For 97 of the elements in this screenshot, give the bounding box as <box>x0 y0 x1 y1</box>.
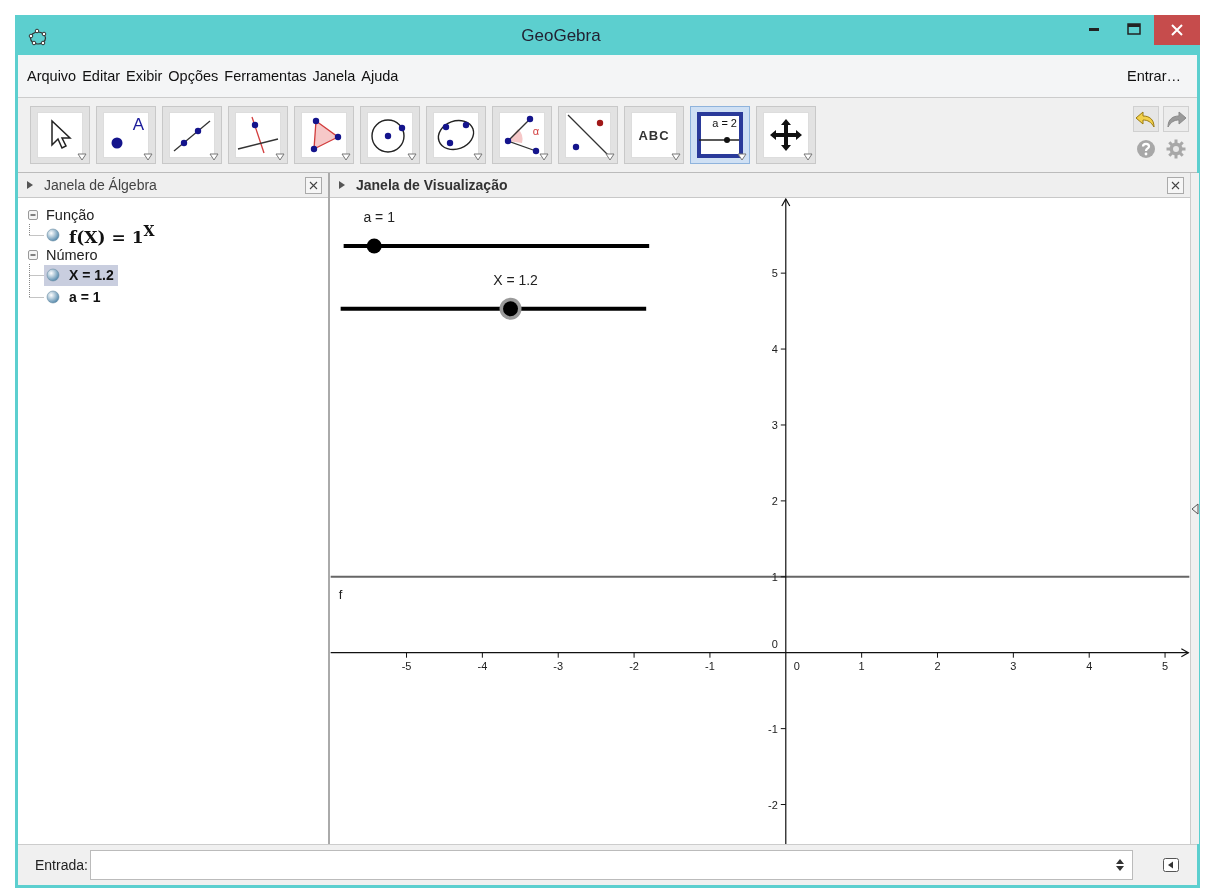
login-link[interactable]: Entrar… <box>1127 68 1181 84</box>
collapse-icon[interactable] <box>28 210 38 220</box>
dropdown-triangle-icon <box>539 153 549 161</box>
tick-label: -5 <box>401 659 412 672</box>
menu-item[interactable]: Ajuda <box>361 68 399 84</box>
group-label: Número <box>46 247 98 263</box>
tool-button[interactable] <box>360 106 420 164</box>
tool-button[interactable]: ABC <box>624 106 684 164</box>
slider-thumb[interactable] <box>499 297 522 320</box>
tool-button[interactable] <box>294 106 354 164</box>
tree-connector-icon <box>29 224 44 236</box>
slider-thumb[interactable] <box>366 238 382 254</box>
menu-item[interactable]: Ferramentas <box>224 68 307 84</box>
close-icon <box>309 180 318 190</box>
menu-item[interactable]: Exibir <box>126 68 163 84</box>
menu-item[interactable]: Arquivo <box>27 68 77 84</box>
up-down-arrows-icon[interactable] <box>1116 859 1124 871</box>
slider-label: X = 1.2 <box>493 271 538 288</box>
panel-title: Janela de Visualização <box>356 177 508 193</box>
tool-button[interactable]: A <box>96 106 156 164</box>
curved-arrow-icon <box>1165 109 1187 129</box>
menu-item[interactable]: Opções <box>168 68 219 84</box>
tick-label: 1 <box>858 659 865 672</box>
origin-label: 0 <box>793 659 800 672</box>
sphere-icon <box>46 268 60 282</box>
algebra-item[interactable]: f(X) = 1$^{X}$ <box>44 224 159 246</box>
tool-button[interactable] <box>756 106 816 164</box>
slider-track[interactable] <box>340 297 647 320</box>
input-field[interactable] <box>89 850 1133 880</box>
expand-triangle-icon[interactable] <box>338 180 346 190</box>
close-panel-button[interactable] <box>305 176 322 194</box>
tick-label: -3 <box>553 659 564 672</box>
dropdown-triangle-icon <box>275 153 285 161</box>
minimize-icon <box>1089 27 1099 31</box>
undo-button[interactable] <box>1133 106 1159 132</box>
tool-button[interactable] <box>228 106 288 164</box>
tick-label: 4 <box>1086 659 1093 672</box>
slider-track[interactable] <box>343 238 650 254</box>
group-label: Função <box>46 207 95 223</box>
tick-label: 5 <box>771 267 778 280</box>
dropdown-triangle-icon <box>473 153 483 161</box>
tick-label: 2 <box>771 494 778 507</box>
function-label: f <box>338 586 343 602</box>
tick-label: -1 <box>768 722 778 735</box>
slider-label: a = 1 <box>363 208 395 225</box>
tick-label: 4 <box>771 343 778 356</box>
tick-label: -4 <box>477 659 488 672</box>
dropdown-triangle-icon <box>77 153 87 161</box>
close-icon <box>1171 180 1180 190</box>
dropdown-triangle-icon <box>803 153 813 161</box>
tool-button[interactable] <box>426 106 486 164</box>
window-title: GeoGebra <box>520 26 602 46</box>
sphere-icon <box>46 290 60 304</box>
dropdown-triangle-icon <box>209 153 219 161</box>
tool-button[interactable]: a = 2 <box>690 106 750 164</box>
algebra-expression: X = 1.2 <box>69 267 114 283</box>
tick-label: 2 <box>934 659 941 672</box>
menu-item[interactable]: Editar <box>82 68 121 84</box>
question-mark-icon <box>1136 139 1156 159</box>
algebra-item[interactable]: X = 1.2 <box>44 264 118 286</box>
dropdown-triangle-icon <box>341 153 351 161</box>
dropdown-triangle-icon <box>143 153 153 161</box>
menu-item[interactable]: Janela <box>312 68 356 84</box>
tick-label: -2 <box>768 798 778 811</box>
input-label: Entrada: <box>35 857 88 873</box>
dropdown-triangle-icon <box>605 153 615 161</box>
tool-button[interactable] <box>558 106 618 164</box>
expand-triangle-icon[interactable] <box>26 180 34 190</box>
close-icon <box>1171 24 1183 36</box>
slider-icon <box>699 136 739 144</box>
polygon-logo-icon <box>28 27 48 47</box>
algebra-expression: f(X) = 1$^{X}$ <box>69 223 155 247</box>
collapse-icon[interactable] <box>28 250 38 260</box>
maximize-icon <box>1127 23 1141 35</box>
sphere-icon <box>46 228 60 242</box>
dropdown-triangle-icon <box>737 153 747 161</box>
tick-label: 5 <box>1162 659 1169 672</box>
algebra-expression: a = 1 <box>69 289 101 305</box>
origin-label: 0 <box>771 637 778 650</box>
tick-label: 3 <box>771 418 778 431</box>
tool-button[interactable] <box>162 106 222 164</box>
tick-label: 3 <box>1010 659 1017 672</box>
settings-icon <box>1166 139 1186 159</box>
tool-button[interactable]: α <box>492 106 552 164</box>
curved-arrow-icon <box>1135 109 1157 129</box>
tool-button[interactable] <box>30 106 90 164</box>
close-button[interactable] <box>1154 15 1200 45</box>
point-icon <box>111 137 123 149</box>
tick-label: -2 <box>629 659 639 672</box>
tick-label: -1 <box>705 659 715 672</box>
panel-title: Janela de Álgebra <box>44 177 157 193</box>
collapse-arrow-icon[interactable] <box>1191 502 1199 515</box>
algebra-item[interactable]: a = 1 <box>44 286 105 308</box>
dropdown-triangle-icon <box>671 153 681 161</box>
close-panel-button[interactable] <box>1167 176 1184 194</box>
dropdown-triangle-icon <box>407 153 417 161</box>
input-help-button[interactable] <box>1161 856 1181 874</box>
